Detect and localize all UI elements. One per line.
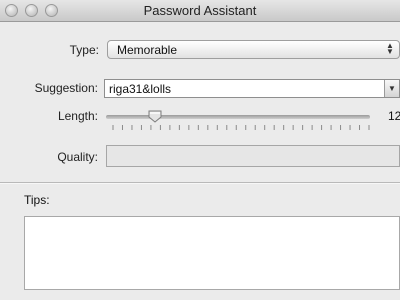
quality-label: Quality: (57, 150, 98, 164)
password-assistant-window: Password Assistant Type: Memorable ▲ ▼ Su… (0, 0, 400, 300)
tips-text-area[interactable] (24, 216, 400, 290)
window-title: Password Assistant (143, 3, 257, 18)
section-divider-highlight (0, 183, 400, 184)
length-slider-track[interactable] (106, 115, 370, 119)
chevron-down-icon[interactable]: ▼ (384, 80, 399, 97)
suggestion-combobox[interactable]: riga31&lolls ▼ (104, 79, 400, 98)
quality-meter (106, 145, 400, 167)
length-label: Length: (57, 109, 98, 123)
length-slider-ticks (112, 125, 370, 130)
length-slider-thumb[interactable] (148, 110, 162, 123)
suggestion-label: Suggestion: (34, 81, 98, 95)
type-selected-value: Memorable (117, 43, 178, 57)
tips-label: Tips: (24, 193, 50, 207)
type-label: Type: (69, 43, 99, 57)
length-value: 12 (388, 109, 400, 123)
title-bar[interactable]: Password Assistant (0, 0, 400, 22)
updown-arrows-icon: ▲ ▼ (386, 41, 394, 56)
type-popup-button[interactable]: Memorable ▲ ▼ (107, 40, 400, 59)
suggestion-input[interactable]: riga31&lolls (109, 82, 171, 96)
